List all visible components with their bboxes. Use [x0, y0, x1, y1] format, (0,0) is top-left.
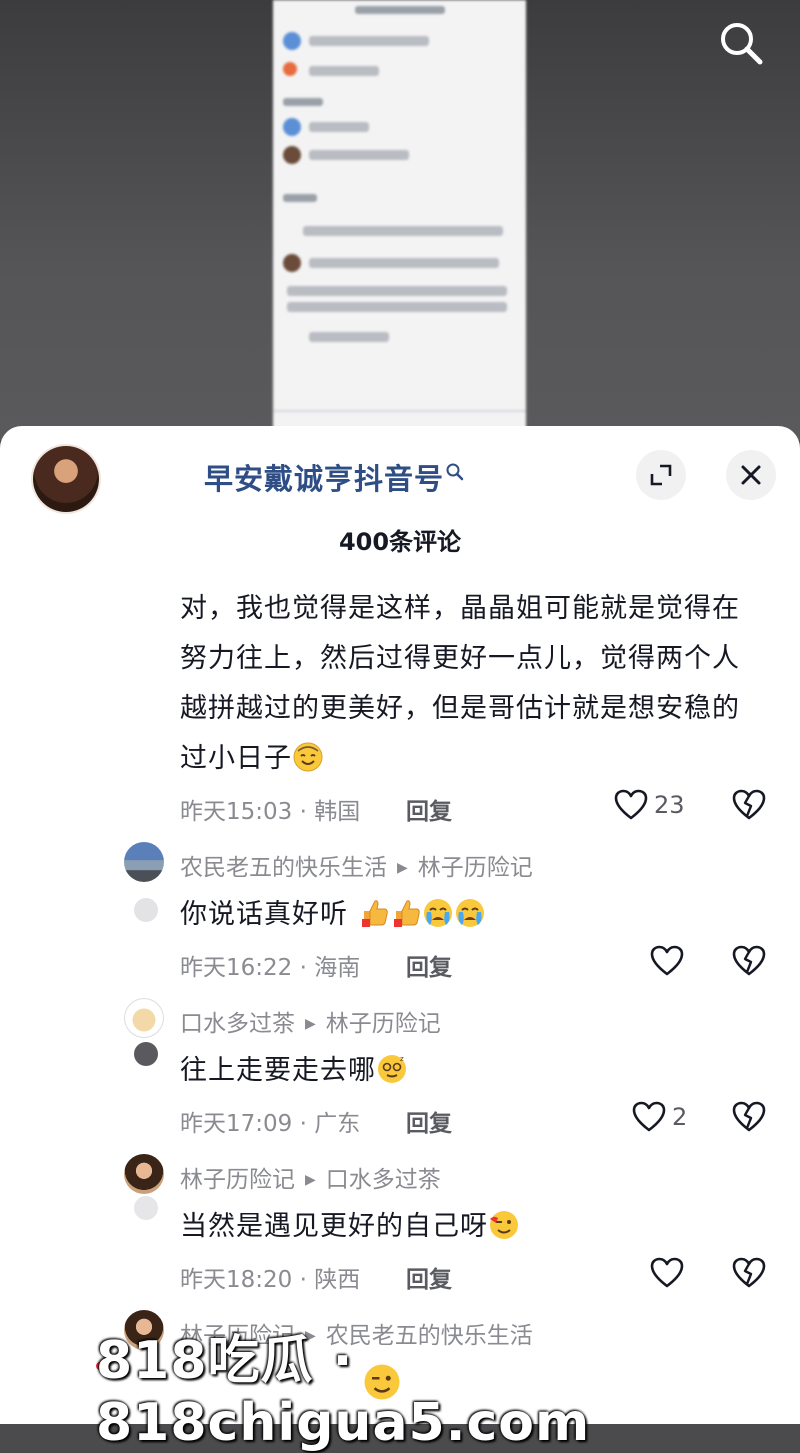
like-button[interactable]: 2 [632, 1100, 687, 1134]
reply-button[interactable]: 回复 [406, 1104, 452, 1138]
heart-icon [632, 1101, 666, 1132]
crying-emoji [455, 899, 484, 927]
like-count: 2 [672, 1103, 688, 1131]
broken-heart-icon[interactable] [732, 1256, 766, 1290]
reply-author-line: 农民老五的快乐生活 ▶ 林子历险记 [180, 848, 533, 882]
avatar[interactable] [124, 1154, 164, 1194]
reply-text: 当然是遇见更好的自己呀 [180, 1204, 520, 1243]
avatar[interactable] [124, 998, 164, 1038]
reply-arrow-icon: ▶ [397, 860, 408, 876]
reply-text-content: 往上走要走去哪 [180, 1055, 376, 1086]
comment-sheet: 早安戴诚亨抖音号 400条评论 对，我也觉得是这样，晶晶姐可能就是觉得在努力往上… [0, 426, 800, 1424]
close-button[interactable] [726, 450, 776, 500]
reply-button[interactable]: 回复 [406, 1260, 452, 1294]
reply-text: 往上走要走去哪 z [180, 1048, 408, 1087]
reply-text: 你说话真好听 [180, 892, 486, 931]
reply-button[interactable]: 回复 [406, 792, 452, 826]
heart-icon[interactable] [650, 1256, 684, 1290]
owner-name[interactable]: 早安戴诚亨抖音号 [204, 456, 444, 498]
status-dot [134, 1042, 158, 1066]
watermark: 818吃瓜 · 818chigua5.com [96, 1331, 591, 1453]
heart-icon [614, 789, 648, 820]
owner-avatar[interactable] [33, 446, 99, 512]
broken-heart-icon[interactable] [732, 944, 766, 978]
reply-author-line: 林子历险记 ▶ 口水多过茶 [180, 1160, 441, 1194]
dizzy-emoji: z [378, 1055, 406, 1083]
expand-icon [650, 464, 672, 486]
reply-author-line: 口水多过茶 ▶ 林子历险记 [180, 1004, 441, 1038]
expand-button[interactable] [636, 450, 686, 500]
reply-arrow-icon: ▶ [305, 1172, 316, 1188]
comment-meta: 昨天15:03 · 韩国 [180, 799, 361, 825]
comment-count: 400条评论 [338, 528, 462, 556]
thumbs-up-emoji [393, 900, 420, 927]
reply-arrow-icon: ▶ [305, 1016, 316, 1032]
reply-meta: 昨天16:22 · 海南 [180, 955, 361, 981]
reply-target[interactable]: 林子历险记 [418, 855, 533, 881]
heart-icon[interactable] [650, 944, 684, 978]
reply-author[interactable]: 农民老五的快乐生活 [180, 855, 387, 881]
close-icon [741, 465, 761, 485]
reply-target[interactable]: 林子历险记 [326, 1011, 441, 1037]
smile-emoji [293, 742, 323, 772]
reply-button[interactable]: 回复 [406, 948, 452, 982]
reply-author[interactable]: 口水多过茶 [180, 1011, 295, 1037]
reply-author[interactable]: 林子历险记 [180, 1167, 295, 1193]
reply-text-content: 你说话真好听 [180, 899, 348, 930]
reply-target[interactable]: 口水多过茶 [326, 1167, 441, 1193]
search-icon[interactable] [716, 18, 766, 68]
thumbs-up-emoji [361, 900, 388, 927]
reply-text-content: 当然是遇见更好的自己呀 [180, 1211, 488, 1242]
comment-text-content: 对，我也觉得是这样，晶晶姐可能就是觉得在努力往上，然后过得更好一点儿，觉得两个人… [180, 593, 740, 774]
crying-emoji [423, 899, 452, 927]
comment-text: 对，我也觉得是这样，晶晶姐可能就是觉得在努力往上，然后过得更好一点儿，觉得两个人… [180, 584, 760, 784]
svg-text:z: z [400, 1055, 405, 1063]
reply-meta: 昨天17:09 · 广东 [180, 1111, 361, 1137]
status-dot [134, 1196, 158, 1220]
like-button[interactable]: 23 [614, 788, 685, 822]
avatar[interactable] [124, 842, 164, 882]
blurred-screenshot [273, 0, 526, 440]
wink-emoji [490, 1211, 518, 1239]
broken-heart-icon[interactable] [732, 1100, 766, 1134]
like-count: 23 [654, 791, 685, 819]
status-dot [134, 898, 158, 922]
search-icon[interactable] [445, 462, 465, 482]
broken-heart-icon[interactable] [732, 788, 766, 822]
reply-meta: 昨天18:20 · 陕西 [180, 1267, 361, 1293]
